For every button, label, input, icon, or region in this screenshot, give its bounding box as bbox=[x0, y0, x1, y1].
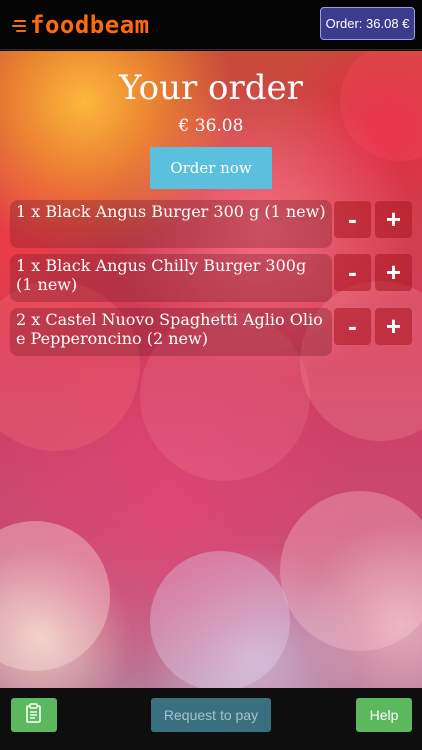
increase-quantity-button[interactable]: + bbox=[375, 201, 412, 238]
bottom-bar: Request to pay Help bbox=[0, 688, 422, 750]
order-item-text: 1 x Black Angus Burger 300 g (1 new) bbox=[16, 202, 326, 221]
clipboard-icon bbox=[25, 702, 43, 728]
decrease-quantity-button[interactable]: - bbox=[334, 201, 371, 238]
order-item: 2 x Castel Nuovo Spaghetti Aglio Olio e … bbox=[10, 308, 332, 356]
help-button[interactable]: Help bbox=[356, 698, 412, 732]
logo-text: foodbeam bbox=[30, 11, 150, 39]
request-to-pay-button[interactable]: Request to pay bbox=[151, 698, 271, 732]
order-now-button[interactable]: Order now bbox=[150, 147, 272, 189]
decrease-quantity-button[interactable]: - bbox=[334, 254, 371, 291]
order-total: € 36.08 bbox=[178, 116, 244, 136]
order-item: 1 x Black Angus Chilly Burger 300g (1 ne… bbox=[10, 254, 332, 302]
top-bar: foodbeam Order: 36.08 € bbox=[0, 0, 422, 50]
page-title: Your order bbox=[119, 68, 303, 108]
increase-quantity-button[interactable]: + bbox=[375, 254, 412, 291]
order-total-button[interactable]: Order: 36.08 € bbox=[320, 7, 415, 40]
order-item: 1 x Black Angus Burger 300 g (1 new) bbox=[10, 200, 332, 248]
decrease-quantity-button[interactable]: - bbox=[334, 308, 371, 345]
speed-lines-icon bbox=[12, 16, 28, 34]
order-item-text: 2 x Castel Nuovo Spaghetti Aglio Olio e … bbox=[16, 310, 323, 348]
increase-quantity-button[interactable]: + bbox=[375, 308, 412, 345]
clipboard-button[interactable] bbox=[11, 698, 57, 732]
order-item-text: 1 x Black Angus Chilly Burger 300g (1 ne… bbox=[16, 256, 307, 294]
foodbeam-logo[interactable]: foodbeam bbox=[12, 10, 150, 40]
